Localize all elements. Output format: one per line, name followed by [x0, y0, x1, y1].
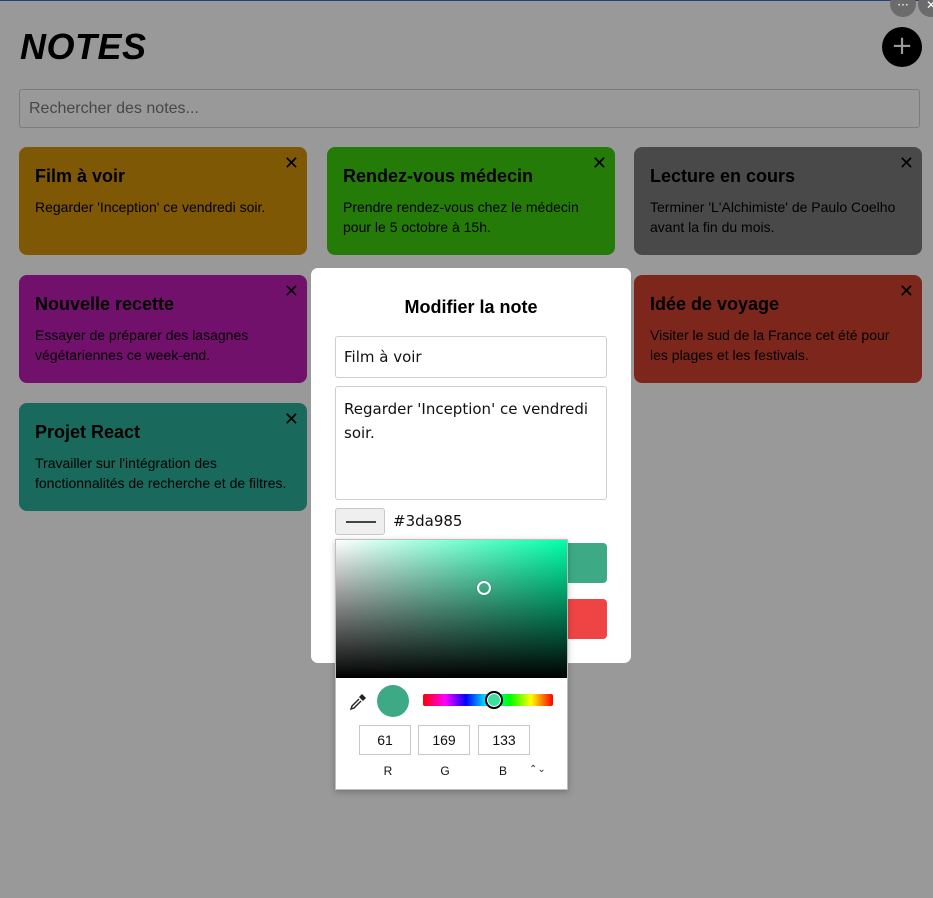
eyedropper-icon[interactable]	[348, 692, 368, 712]
saturation-handle[interactable]	[477, 581, 491, 595]
modal-title: Modifier la note	[404, 297, 538, 317]
saturation-value-area[interactable]	[336, 540, 567, 678]
color-swatch-bar	[346, 521, 376, 523]
color-input-button[interactable]	[335, 508, 385, 535]
blue-label: B	[498, 764, 507, 778]
format-toggle-icon[interactable]: ⌃⌄	[529, 764, 546, 775]
blue-input[interactable]: 133	[478, 725, 530, 755]
green-label: G	[440, 764, 450, 778]
color-preview	[377, 685, 409, 717]
red-input[interactable]: 61	[359, 725, 411, 755]
red-label: R	[383, 764, 393, 778]
note-content-textarea[interactable]: Regarder 'Inception' ce vendredi soir.	[335, 386, 607, 500]
green-input[interactable]: 169	[418, 725, 470, 755]
hue-slider-handle[interactable]	[485, 691, 503, 709]
note-title-input[interactable]: Film à voir	[335, 336, 607, 378]
color-hex-value: #3da985	[393, 512, 463, 530]
color-picker-popup: 61 169 133 R G B ⌃⌄	[335, 539, 568, 790]
